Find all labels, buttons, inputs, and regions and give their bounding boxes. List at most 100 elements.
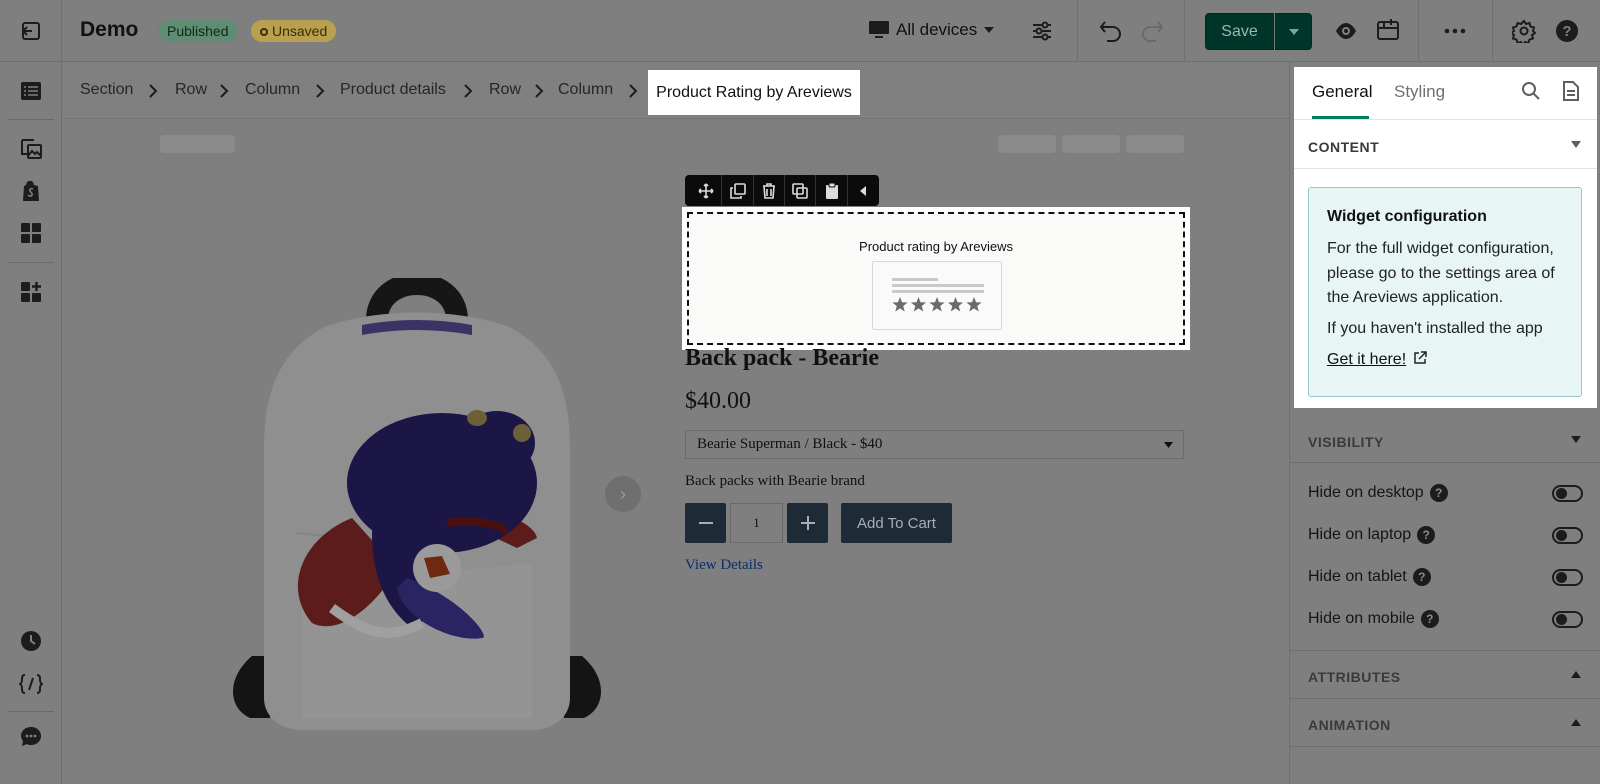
product-name: Back pack - Bearie bbox=[685, 345, 879, 371]
caret-up-icon[interactable] bbox=[1571, 719, 1581, 726]
document-icon[interactable] bbox=[1561, 80, 1581, 102]
hide-laptop-toggle[interactable] bbox=[1552, 527, 1583, 544]
chevron-down-icon bbox=[1164, 442, 1173, 448]
breadcrumb-item[interactable]: Row bbox=[175, 81, 207, 99]
product-description: Back packs with Bearie brand bbox=[685, 473, 865, 489]
custom-code-icon[interactable] bbox=[19, 672, 43, 696]
layers-list-icon[interactable] bbox=[19, 79, 43, 103]
search-icon[interactable] bbox=[1520, 80, 1542, 102]
paste-clipboard-icon[interactable] bbox=[816, 175, 848, 206]
product-rating-widget[interactable]: Product rating by Areviews bbox=[687, 212, 1185, 345]
breadcrumb-item[interactable]: Row bbox=[489, 81, 521, 99]
hide-tablet-label: Hide on tablet bbox=[1308, 568, 1407, 585]
tab-styling[interactable]: Styling bbox=[1394, 82, 1445, 102]
move-icon[interactable] bbox=[691, 175, 723, 206]
hide-desktop-label: Hide on desktop bbox=[1308, 484, 1424, 501]
plus-icon bbox=[800, 516, 815, 530]
breadcrumb-item[interactable]: Column bbox=[558, 81, 613, 99]
caret-down-icon bbox=[1288, 28, 1299, 35]
unsaved-badge: Unsaved bbox=[251, 20, 337, 42]
quantity-input[interactable]: 1 bbox=[730, 503, 783, 543]
hide-mobile-row: Hide on mobile? bbox=[1308, 610, 1439, 628]
add-to-cart-button[interactable]: Add To Cart bbox=[841, 503, 952, 543]
skeleton-placeholder bbox=[1126, 135, 1184, 153]
breadcrumb-active-item[interactable]: Product Rating by Areviews bbox=[648, 70, 860, 115]
device-selector[interactable]: All devices bbox=[868, 20, 995, 40]
publish-store-icon[interactable] bbox=[1375, 17, 1401, 43]
exit-icon[interactable] bbox=[0, 0, 62, 62]
product-price: $40.00 bbox=[685, 388, 751, 414]
breadcrumb-item[interactable]: Section bbox=[80, 81, 133, 99]
image-next-arrow-icon[interactable]: › bbox=[605, 476, 641, 512]
shopify-bag-icon[interactable] bbox=[19, 179, 43, 203]
caret-down-icon[interactable] bbox=[1571, 141, 1581, 148]
help-icon[interactable]: ? bbox=[1420, 610, 1439, 628]
variant-select-value: Bearie Superman / Black - $40 bbox=[697, 436, 883, 452]
info-title: Widget configuration bbox=[1327, 208, 1487, 225]
quantity-increase-button[interactable] bbox=[787, 503, 828, 543]
media-images-icon[interactable] bbox=[19, 136, 43, 160]
external-link-icon[interactable] bbox=[1413, 350, 1427, 365]
get-app-link[interactable]: Get it here! bbox=[1327, 351, 1406, 369]
quantity-decrease-button[interactable] bbox=[685, 503, 726, 543]
animation-section-title[interactable]: ANIMATION bbox=[1308, 717, 1391, 733]
help-icon[interactable]: ? bbox=[1412, 568, 1431, 586]
content-section-title[interactable]: CONTENT bbox=[1308, 139, 1379, 155]
help-icon[interactable]: ? bbox=[1554, 18, 1580, 44]
hide-desktop-toggle[interactable] bbox=[1552, 485, 1583, 502]
unsaved-label: Unsaved bbox=[272, 23, 328, 39]
hide-desktop-row: Hide on desktop? bbox=[1308, 484, 1448, 502]
undo-icon[interactable] bbox=[1097, 17, 1125, 45]
chat-support-icon[interactable] bbox=[19, 725, 43, 749]
delete-trash-icon[interactable] bbox=[754, 175, 786, 206]
duplicate-icon[interactable] bbox=[722, 175, 754, 206]
chevron-down-icon bbox=[984, 27, 995, 33]
svg-text:?: ? bbox=[1562, 23, 1571, 40]
star-icon bbox=[929, 297, 945, 312]
widget-config-info: Widget configuration For the full widget… bbox=[1308, 187, 1582, 397]
selected-widget[interactable]: Product rating by Areviews bbox=[682, 207, 1190, 350]
copy-style-icon[interactable] bbox=[785, 175, 817, 206]
hide-tablet-toggle[interactable] bbox=[1552, 569, 1583, 586]
preview-eye-icon[interactable] bbox=[1333, 19, 1359, 43]
visibility-section-title[interactable]: VISIBILITY bbox=[1308, 434, 1384, 450]
tab-general[interactable]: General bbox=[1312, 82, 1372, 102]
redo-icon[interactable] bbox=[1138, 17, 1166, 45]
chevron-right-icon bbox=[149, 84, 158, 98]
top-bar: Demo Published Unsaved All devices Save … bbox=[0, 0, 1600, 62]
chevron-right-icon bbox=[629, 84, 638, 98]
collapse-toolbar-icon[interactable] bbox=[848, 175, 879, 206]
hide-tablet-row: Hide on tablet? bbox=[1308, 568, 1431, 586]
attributes-section-title[interactable]: ATTRIBUTES bbox=[1308, 669, 1401, 685]
add-apps-icon[interactable] bbox=[19, 280, 43, 304]
more-options-icon[interactable] bbox=[1442, 19, 1468, 43]
settings-sliders-icon[interactable] bbox=[1030, 19, 1054, 43]
info-text: For the full widget configuration, pleas… bbox=[1327, 240, 1555, 306]
variant-select[interactable]: Bearie Superman / Black - $40 bbox=[685, 430, 1184, 459]
history-clock-icon[interactable] bbox=[19, 629, 43, 653]
chevron-right-icon bbox=[220, 84, 229, 98]
breadcrumb-item[interactable]: Column bbox=[245, 81, 300, 99]
hide-mobile-toggle[interactable] bbox=[1552, 611, 1583, 628]
star-icon bbox=[966, 297, 982, 312]
save-options-button[interactable] bbox=[1275, 13, 1312, 50]
caret-up-icon[interactable] bbox=[1571, 671, 1581, 678]
gear-icon[interactable] bbox=[1511, 18, 1537, 44]
minus-icon bbox=[698, 522, 713, 524]
rating-preview-card bbox=[872, 261, 1002, 330]
breadcrumb-item[interactable]: Product details bbox=[340, 81, 446, 99]
chevron-right-icon bbox=[535, 84, 544, 98]
product-image[interactable] bbox=[232, 278, 602, 743]
elements-grid-icon[interactable] bbox=[19, 221, 43, 245]
help-icon[interactable]: ? bbox=[1417, 526, 1436, 544]
skeleton-placeholder bbox=[998, 135, 1056, 153]
widget-toolbar bbox=[685, 175, 879, 206]
unsaved-dot-icon bbox=[260, 28, 268, 36]
view-details-link[interactable]: View Details bbox=[685, 557, 763, 574]
caret-down-icon[interactable] bbox=[1571, 436, 1581, 443]
stars-rating bbox=[892, 297, 982, 312]
rating-preview bbox=[892, 278, 984, 312]
save-button[interactable]: Save bbox=[1205, 13, 1274, 50]
device-selector-label: All devices bbox=[896, 20, 978, 39]
help-icon[interactable]: ? bbox=[1429, 484, 1448, 502]
